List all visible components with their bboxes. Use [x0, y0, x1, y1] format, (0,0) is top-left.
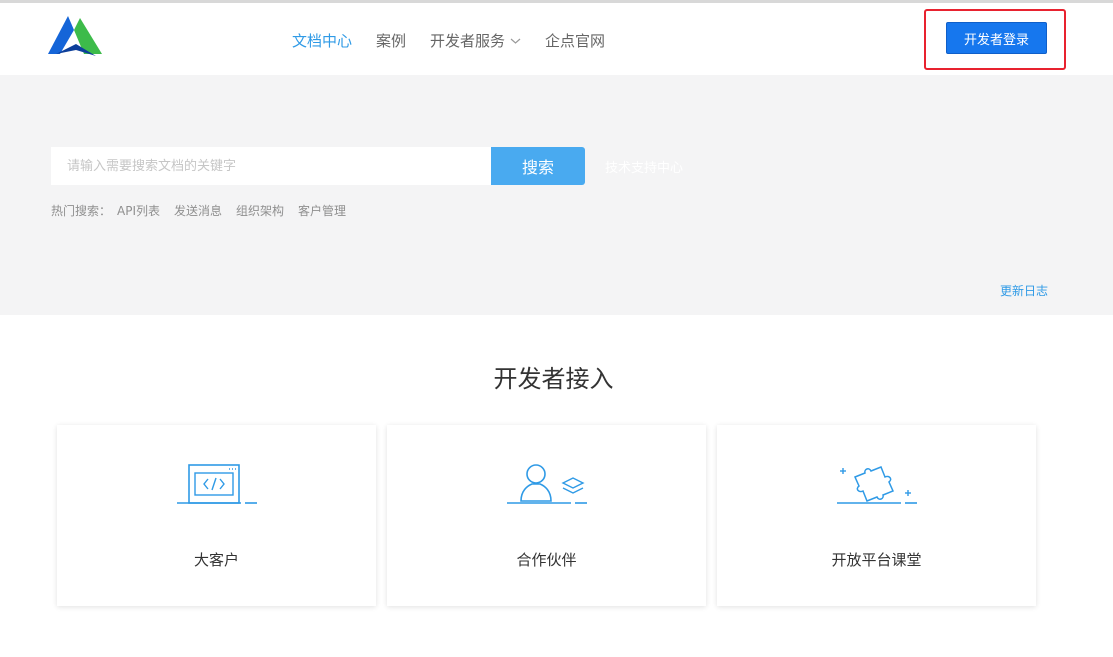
- nav-item-official-site[interactable]: 企点官网: [545, 31, 605, 51]
- developer-login-button[interactable]: 开发者登录: [946, 22, 1047, 54]
- nav-item-label: 企点官网: [545, 32, 606, 50]
- nav-item-cases[interactable]: 案例: [376, 31, 406, 51]
- search-input[interactable]: [51, 147, 491, 185]
- header: 文档中心 案例 开发者服务 企点官网 开发者登录: [0, 3, 1113, 75]
- chevron-down-icon: [510, 38, 521, 44]
- nav-item-docs[interactable]: 文档中心: [292, 31, 352, 51]
- triangle-logo-icon[interactable]: [46, 14, 104, 58]
- partner-user-icon: [507, 464, 587, 504]
- search-button[interactable]: 搜索: [491, 147, 585, 185]
- code-window-icon: [177, 464, 257, 504]
- card-label: 合作伙伴: [516, 551, 577, 569]
- hot-search-item[interactable]: 客户管理: [298, 202, 346, 219]
- nav-item-developer-services[interactable]: 开发者服务: [430, 31, 521, 51]
- card-open-platform-class[interactable]: 开放平台课堂: [717, 425, 1036, 606]
- hot-search-label: 热门搜索：: [51, 204, 112, 218]
- hot-searches: 热门搜索： API列表 发送消息 组织架构 客户管理: [51, 202, 360, 219]
- hot-search-item[interactable]: 组织架构: [236, 202, 284, 219]
- nav-item-label: 开发者服务: [430, 32, 506, 50]
- hot-search-item[interactable]: 发送消息: [174, 202, 222, 219]
- card-label: 大客户: [193, 551, 239, 569]
- nav-item-label: 文档中心: [292, 32, 353, 50]
- hot-search-item[interactable]: API列表: [117, 202, 160, 219]
- card-label: 开放平台课堂: [831, 551, 922, 569]
- card-partner[interactable]: 合作伙伴: [387, 425, 706, 606]
- changelog-link[interactable]: 更新日志: [1000, 282, 1048, 299]
- nav-item-label: 案例: [376, 32, 407, 50]
- card-enterprise-customer[interactable]: 大客户: [57, 425, 376, 606]
- search-hero: 搜索 技术支持中心 热门搜索： API列表 发送消息 组织架构 客户管理 更新日…: [0, 75, 1113, 315]
- support-center-link[interactable]: 技术支持中心: [605, 157, 683, 176]
- main-nav: 文档中心 案例 开发者服务 企点官网: [292, 31, 629, 51]
- section-title: 开发者接入: [493, 365, 614, 393]
- puzzle-icon: [837, 466, 917, 504]
